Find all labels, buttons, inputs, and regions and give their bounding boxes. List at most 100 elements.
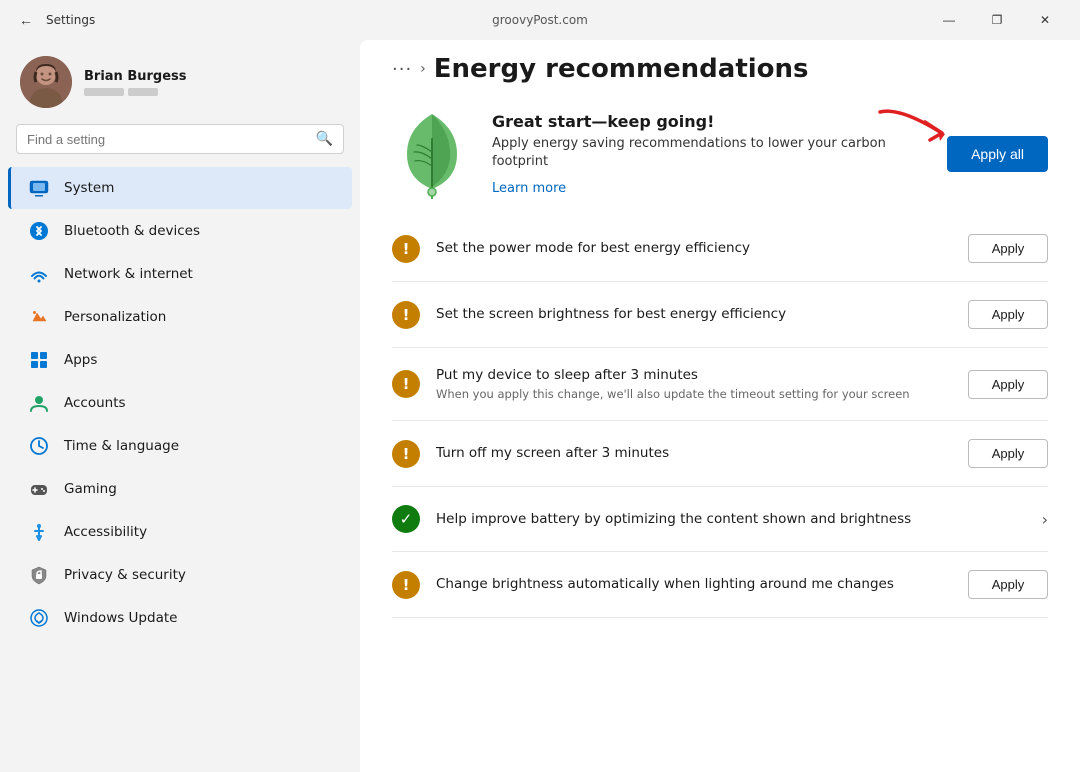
rec-text-sleep: Put my device to sleep after 3 minutes W… [436,366,952,402]
arrow-annotation [870,102,950,152]
apply-button-screen-off[interactable]: Apply [968,439,1048,468]
rec-text-screen-off: Turn off my screen after 3 minutes [436,444,952,463]
privacy-icon [28,564,50,586]
apply-button-brightness[interactable]: Apply [968,300,1048,329]
apply-button-auto-brightness[interactable]: Apply [968,570,1048,599]
apply-button-sleep[interactable]: Apply [968,370,1048,399]
gaming-label: Gaming [64,481,117,497]
apply-all-button[interactable]: Apply all [947,136,1048,172]
bluetooth-icon [28,220,50,242]
hero-text: Great start—keep going! Apply energy sav… [492,112,927,196]
sidebar-item-privacy[interactable]: Privacy & security [8,554,352,596]
close-button[interactable]: ✕ [1022,4,1068,36]
sidebar-item-accounts[interactable]: Accounts [8,382,352,424]
warning-icon-brightness: ! [392,301,420,329]
gaming-icon [28,478,50,500]
system-icon [28,177,50,199]
sidebar-item-apps[interactable]: Apps [8,339,352,381]
sidebar-item-system[interactable]: System [8,167,352,209]
warning-icon-sleep: ! [392,370,420,398]
search-box[interactable]: 🔍 [16,124,344,154]
page-title: Energy recommendations [434,54,809,84]
content-header: ··· › Energy recommendations [360,40,1080,92]
apps-label: Apps [64,352,97,368]
sidebar-item-bluetooth[interactable]: Bluetooth & devices [8,210,352,252]
sidebar-item-personalization[interactable]: Personalization [8,296,352,338]
leaf-icon [392,114,472,194]
rec-title-brightness: Set the screen brightness for best energ… [436,305,952,324]
profile-bar-1 [84,88,124,96]
time-label: Time & language [64,438,179,454]
titlebar-url: groovyPost.com [492,13,588,27]
network-icon [28,263,50,285]
rec-text-power: Set the power mode for best energy effic… [436,239,952,258]
accessibility-icon [28,521,50,543]
restore-button[interactable]: ❐ [974,4,1020,36]
content-area: ··· › Energy recommendations [360,40,1080,772]
sidebar: Brian Burgess 🔍 [0,40,360,772]
profile-bars [84,88,187,96]
rec-subtitle-sleep: When you apply this change, we'll also u… [436,387,952,402]
system-label: System [64,180,114,196]
profile-bar-2 [128,88,158,96]
hero-title: Great start—keep going! [492,112,927,131]
rec-text-auto-brightness: Change brightness automatically when lig… [436,575,952,594]
time-icon [28,435,50,457]
rec-item-auto-brightness: ! Change brightness automatically when l… [392,552,1048,618]
hero-section: Great start—keep going! Apply energy sav… [360,92,1080,216]
personalization-label: Personalization [64,309,166,325]
nav-menu: System Bluetooth & devices [0,166,360,640]
privacy-label: Privacy & security [64,567,186,583]
bluetooth-label: Bluetooth & devices [64,223,200,239]
sidebar-item-time[interactable]: Time & language [8,425,352,467]
rec-item-brightness: ! Set the screen brightness for best ene… [392,282,1048,348]
rec-item-sleep: ! Put my device to sleep after 3 minutes… [392,348,1048,421]
network-label: Network & internet [64,266,193,282]
warning-icon-auto-brightness: ! [392,571,420,599]
apps-icon [28,349,50,371]
rec-item-power-mode: ! Set the power mode for best energy eff… [392,216,1048,282]
rec-title-screen-off: Turn off my screen after 3 minutes [436,444,952,463]
app-name: Settings [46,13,95,27]
windows-update-icon [28,607,50,629]
warning-icon-power: ! [392,235,420,263]
avatar-image [20,56,72,108]
warning-icon-screen-off: ! [392,440,420,468]
rec-text-brightness: Set the screen brightness for best energ… [436,305,952,324]
minimize-button[interactable]: — [926,4,972,36]
breadcrumb-dots: ··· [392,59,412,80]
search-input[interactable] [27,132,308,147]
windows-update-label: Windows Update [64,610,177,626]
success-icon-battery: ✓ [392,505,420,533]
rec-title-power: Set the power mode for best energy effic… [436,239,952,258]
back-icon: ← [19,12,33,28]
rec-title-battery: Help improve battery by optimizing the c… [436,510,1026,529]
accounts-label: Accounts [64,395,126,411]
sidebar-item-network[interactable]: Network & internet [8,253,352,295]
main-layout: Brian Burgess 🔍 [0,40,1080,772]
titlebar: ← Settings groovyPost.com — ❐ ✕ [0,0,1080,40]
window-controls: — ❐ ✕ [926,4,1068,36]
rec-text-battery: Help improve battery by optimizing the c… [436,510,1026,529]
accessibility-label: Accessibility [64,524,147,540]
avatar [20,56,72,108]
back-button[interactable]: ← [12,6,40,34]
sidebar-item-gaming[interactable]: Gaming [8,468,352,510]
sidebar-item-windows-update[interactable]: Windows Update [8,597,352,639]
rec-title-auto-brightness: Change brightness automatically when lig… [436,575,952,594]
rec-item-screen-off: ! Turn off my screen after 3 minutes App… [392,421,1048,487]
rec-item-battery[interactable]: ✓ Help improve battery by optimizing the… [392,487,1048,552]
personalization-icon [28,306,50,328]
sidebar-item-accessibility[interactable]: Accessibility [8,511,352,553]
learn-more-link[interactable]: Learn more [492,181,566,196]
breadcrumb-chevron: › [420,61,426,77]
profile-section: Brian Burgess [0,40,360,120]
rec-title-sleep: Put my device to sleep after 3 minutes [436,366,952,385]
profile-name: Brian Burgess [84,69,187,84]
search-icon: 🔍 [316,131,333,147]
hero-description: Apply energy saving recommendations to l… [492,135,927,171]
apply-button-power[interactable]: Apply [968,234,1048,263]
accounts-icon [28,392,50,414]
recommendations-list: ! Set the power mode for best energy eff… [360,216,1080,618]
chevron-right-icon: › [1042,510,1048,529]
